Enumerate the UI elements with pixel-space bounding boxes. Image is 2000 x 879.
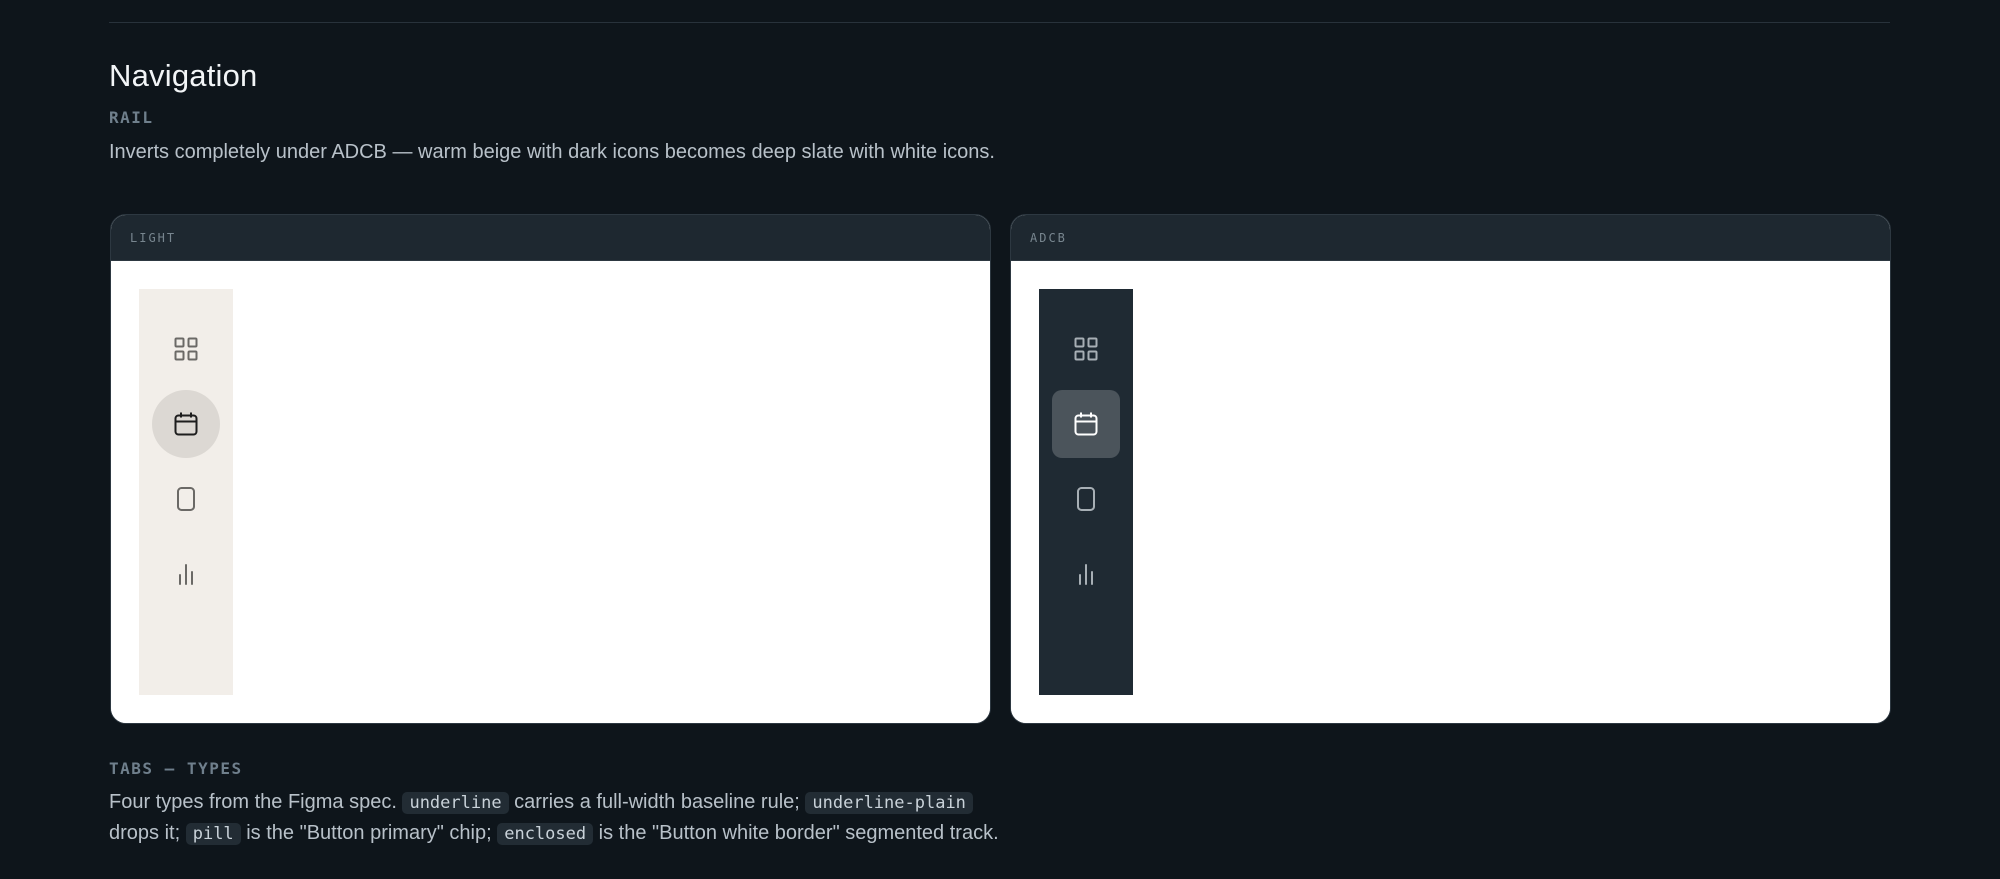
rectangle-icon — [177, 487, 195, 511]
rail-item-calendar[interactable] — [1052, 390, 1120, 458]
rail-preview-light: LIGHT — [110, 214, 991, 724]
code-enclosed: enclosed — [497, 823, 594, 845]
desc-text: Four types from the Figma spec. — [109, 791, 397, 813]
calendar-icon — [1074, 412, 1098, 436]
card-header: LIGHT — [111, 215, 990, 261]
bar-chart-icon — [179, 564, 193, 585]
desc-text: drops it; — [109, 822, 181, 844]
card-canvas — [1011, 261, 1890, 723]
section-divider — [109, 22, 1890, 23]
grid-icon — [1074, 337, 1098, 361]
card-header: ADCB — [1011, 215, 1890, 261]
rail-item-document[interactable] — [1052, 465, 1120, 533]
rail-preview-adcb: ADCB — [1010, 214, 1891, 724]
code-pill: pill — [185, 823, 241, 845]
section-title: Navigation — [109, 58, 258, 93]
card-label: LIGHT — [130, 230, 177, 245]
nav-rail — [1039, 289, 1133, 695]
bar-chart-icon — [1079, 564, 1093, 585]
rail-eyebrow: RAIL — [109, 108, 154, 127]
card-label: ADCB — [1030, 230, 1067, 245]
rail-description: Inverts completely under ADCB — warm bei… — [109, 141, 995, 163]
nav-rail — [139, 289, 233, 695]
card-canvas — [111, 261, 990, 723]
tabs-types-description: Four types from the Figma spec. underlin… — [109, 787, 1019, 849]
code-underline: underline — [402, 792, 509, 814]
rectangle-icon — [1077, 487, 1095, 511]
rail-item-document[interactable] — [152, 465, 220, 533]
desc-text: carries a full-width baseline rule; — [514, 791, 800, 813]
tabs-types-eyebrow: TABS — TYPES — [109, 759, 243, 778]
calendar-icon — [174, 412, 198, 436]
desc-text: is the "Button primary" chip; — [246, 822, 492, 844]
code-underline-plain: underline-plain — [805, 792, 973, 814]
rail-item-analytics[interactable] — [152, 540, 220, 608]
rail-item-dashboard[interactable] — [1052, 315, 1120, 383]
rail-item-analytics[interactable] — [1052, 540, 1120, 608]
rail-item-calendar[interactable] — [152, 390, 220, 458]
rail-item-dashboard[interactable] — [152, 315, 220, 383]
desc-text: is the "Button white border" segmented t… — [598, 822, 999, 844]
grid-icon — [174, 337, 198, 361]
